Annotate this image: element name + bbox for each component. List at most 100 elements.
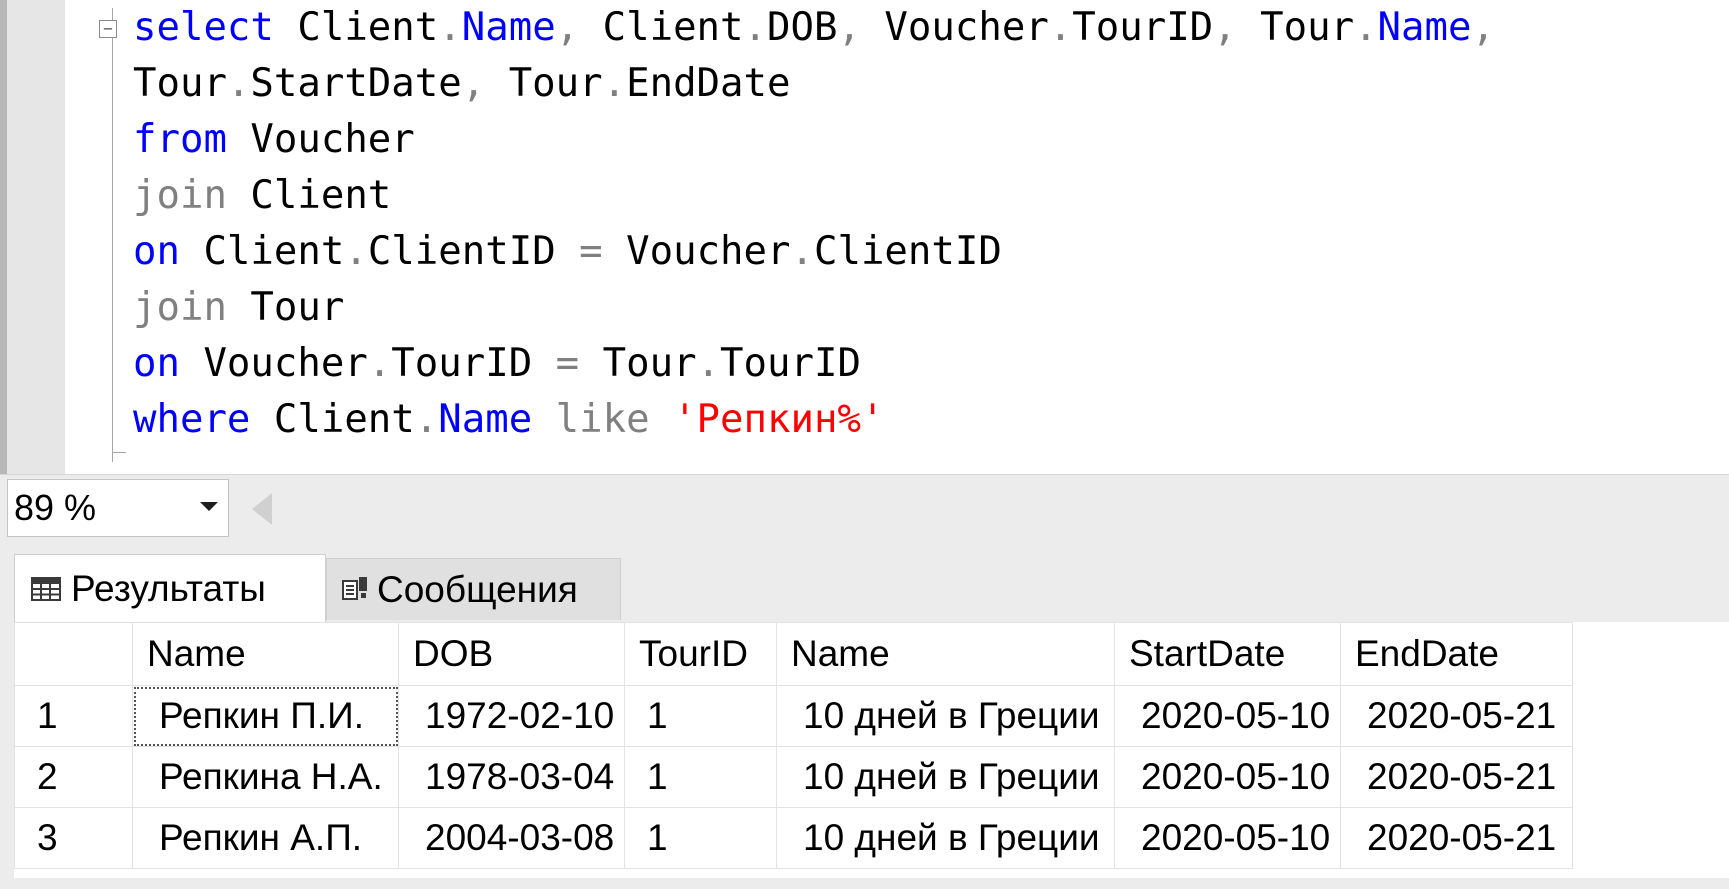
result-tabs: Результаты Сообщения <box>0 542 1729 622</box>
code-token: . <box>344 229 368 274</box>
code-token: Tour <box>485 61 603 106</box>
grid-bottom-border <box>0 878 1729 889</box>
code-token: . <box>367 341 392 386</box>
code-token: on <box>133 229 180 274</box>
code-token: select <box>133 5 274 50</box>
code-token: . <box>1048 5 1073 50</box>
cell-startdate[interactable]: 2020-05-10 <box>1114 685 1341 747</box>
collapse-icon[interactable]: − <box>99 20 117 38</box>
code-token: , <box>1213 5 1237 50</box>
zoom-bar: 89 % <box>0 474 1729 542</box>
code-token: Name <box>438 397 533 442</box>
table-row[interactable]: 1 Репкин П.И. 1972-02-10 1 10 дней в Гре… <box>14 685 1573 747</box>
code-token: Voucher <box>626 229 791 274</box>
code-line: where Client.Name like 'Репкин%' <box>133 392 884 448</box>
code-line: join Tour <box>133 280 344 336</box>
tab-results-label: Результаты <box>71 567 266 609</box>
code-token: TourID <box>720 341 861 386</box>
cell-client-name[interactable]: Репкина Н.А. <box>132 746 399 808</box>
ssms-query-window: − select Client.Name, Client.DOB, Vouche… <box>0 0 1729 889</box>
fold-guide-end <box>112 452 126 453</box>
code-token: Client <box>179 229 345 274</box>
code-token: where <box>133 397 251 442</box>
code-token: Client <box>226 173 392 218</box>
code-token: Voucher <box>179 341 368 386</box>
code-token: on <box>133 341 180 386</box>
cell-client-name[interactable]: Репкин П.И. <box>132 685 399 747</box>
code-line: Tour.StartDate, Tour.EndDate <box>133 56 790 112</box>
sql-editor[interactable]: − select Client.Name, Client.DOB, Vouche… <box>0 0 1729 474</box>
code-token: Voucher <box>860 5 1049 50</box>
column-header-enddate[interactable]: EndDate <box>1340 622 1573 686</box>
cell-dob[interactable]: 1978-03-04 <box>398 746 625 808</box>
zoom-value: 89 % <box>14 487 97 528</box>
editor-left-border <box>0 0 7 474</box>
code-token: . <box>790 229 814 274</box>
row-number[interactable]: 1 <box>14 685 133 747</box>
code-token: = <box>555 229 627 274</box>
column-header-startdate[interactable]: StartDate <box>1114 622 1341 686</box>
column-header-rownum[interactable] <box>14 622 133 686</box>
column-header-tour-name[interactable]: Name <box>776 622 1115 686</box>
cell-tourid[interactable]: 1 <box>624 807 777 869</box>
scroll-left-icon[interactable] <box>252 493 272 525</box>
code-token: Voucher <box>226 117 415 162</box>
table-row[interactable]: 3 Репкин А.П. 2004-03-08 1 10 дней в Гре… <box>14 807 1573 869</box>
tab-messages[interactable]: Сообщения <box>326 558 621 620</box>
row-number[interactable]: 3 <box>14 807 133 869</box>
code-token: Tour <box>133 61 227 106</box>
code-line: join Client <box>133 168 391 224</box>
code-token: , <box>461 61 486 106</box>
code-token: Name <box>461 5 556 50</box>
code-line: select Client.Name, Client.DOB, Voucher.… <box>133 0 1495 56</box>
tab-results[interactable]: Результаты <box>14 554 326 622</box>
code-line: on Client.ClientID = Voucher.ClientID <box>133 224 1002 280</box>
code-token: Tour <box>602 341 697 386</box>
code-token: join <box>133 285 227 330</box>
code-token: . <box>602 61 627 106</box>
code-token: . <box>414 397 439 442</box>
zoom-dropdown[interactable]: 89 % <box>7 479 229 537</box>
cell-enddate[interactable]: 2020-05-21 <box>1340 807 1573 869</box>
messages-icon <box>341 569 369 611</box>
code-token: ClientID <box>813 229 1002 274</box>
column-header-dob[interactable]: DOB <box>398 622 625 686</box>
cell-enddate[interactable]: 2020-05-21 <box>1340 746 1573 808</box>
results-grid: Name DOB TourID Name StartDate EndDate 1… <box>0 622 1729 889</box>
code-token: DOB <box>767 5 838 50</box>
cell-dob[interactable]: 1972-02-10 <box>398 685 625 747</box>
cell-client-name[interactable]: Репкин А.П. <box>132 807 399 869</box>
header-row: Name DOB TourID Name StartDate EndDate <box>14 622 1573 686</box>
code-token: 'Репкин%' <box>673 397 885 442</box>
cell-startdate[interactable]: 2020-05-10 <box>1114 807 1341 869</box>
column-header-client-name[interactable]: Name <box>132 622 399 686</box>
code-token: from <box>133 117 227 162</box>
cell-tour-name[interactable]: 10 дней в Греции <box>776 807 1115 869</box>
code-token: . <box>743 5 768 50</box>
table-row[interactable]: 2 Репкина Н.А. 1978-03-04 1 10 дней в Гр… <box>14 746 1573 808</box>
tab-messages-label: Сообщения <box>377 568 578 610</box>
editor-gutter <box>7 0 65 474</box>
code-token: EndDate <box>626 61 791 106</box>
column-header-tourid[interactable]: TourID <box>624 622 777 686</box>
code-token: . <box>226 61 251 106</box>
code-token: Client <box>579 5 744 50</box>
cell-dob[interactable]: 2004-03-08 <box>398 807 625 869</box>
code-token: ClientID <box>367 229 556 274</box>
cell-tourid[interactable]: 1 <box>624 746 777 808</box>
row-number[interactable]: 2 <box>14 746 133 808</box>
code-token: StartDate <box>250 61 462 106</box>
cell-enddate[interactable]: 2020-05-21 <box>1340 685 1573 747</box>
code-token: TourID <box>1072 5 1214 50</box>
code-token: Tour <box>1236 5 1355 50</box>
code-token: like <box>532 397 674 442</box>
cell-tour-name[interactable]: 10 дней в Греции <box>776 685 1115 747</box>
grid-icon <box>31 568 61 610</box>
code-line: from Voucher <box>133 112 415 168</box>
code-token: . <box>696 341 721 386</box>
code-token: Name <box>1377 5 1472 50</box>
cell-startdate[interactable]: 2020-05-10 <box>1114 746 1341 808</box>
cell-tourid[interactable]: 1 <box>624 685 777 747</box>
cell-tour-name[interactable]: 10 дней в Греции <box>776 746 1115 808</box>
code-token: , <box>555 5 580 50</box>
